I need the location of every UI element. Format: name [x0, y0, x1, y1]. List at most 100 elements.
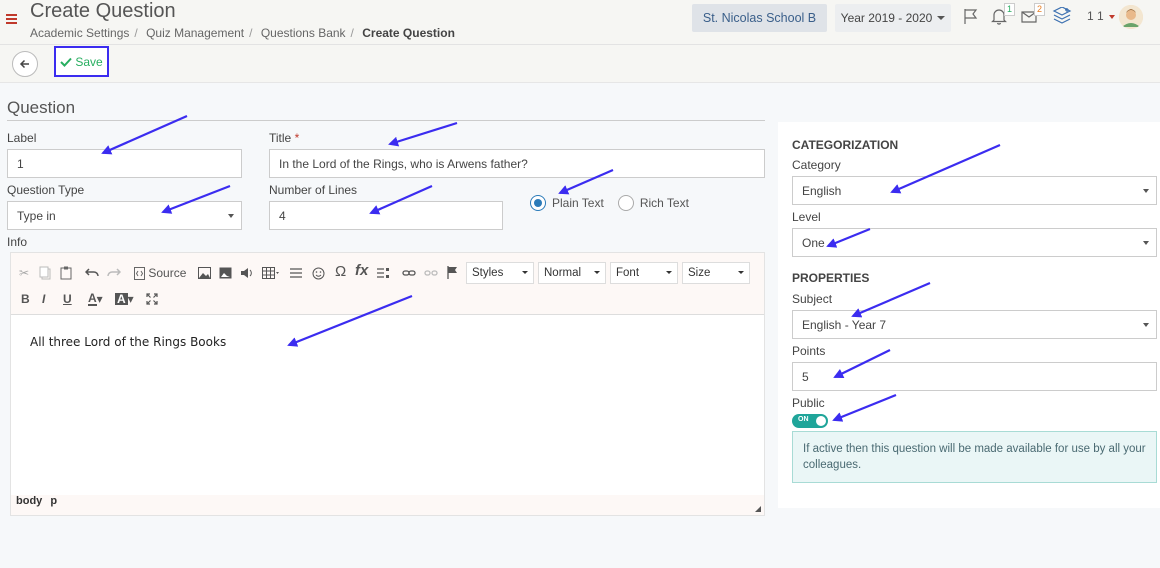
chevron-down-icon: [738, 271, 744, 274]
breadcrumb-questions-bank[interactable]: Questions Bank: [261, 26, 346, 40]
styles-dropdown[interactable]: Styles: [466, 262, 534, 284]
smiley-icon[interactable]: [312, 265, 325, 281]
chevron-down-icon: [1143, 189, 1149, 193]
level-select[interactable]: One: [792, 228, 1157, 257]
number-of-lines-input[interactable]: 4: [269, 201, 503, 230]
italic-icon[interactable]: I: [42, 291, 45, 307]
image-icon[interactable]: [198, 265, 211, 281]
category-value: English: [802, 183, 842, 198]
menu-icon[interactable]: [6, 14, 17, 24]
question-type-select[interactable]: Type in: [7, 201, 242, 230]
editor-content[interactable]: All three Lord of the Rings Books: [30, 335, 226, 349]
size-dropdown[interactable]: Size: [682, 262, 750, 284]
arrow-left-icon: [19, 59, 29, 69]
link-icon[interactable]: [402, 265, 416, 281]
bold-icon[interactable]: B: [21, 291, 30, 307]
copy-icon[interactable]: [39, 265, 51, 281]
info-label: Info: [7, 235, 28, 249]
breadcrumb-academic-settings[interactable]: Academic Settings: [30, 26, 129, 40]
formula-icon[interactable]: fx: [355, 262, 368, 279]
public-toggle[interactable]: ON: [792, 414, 828, 428]
title-input-value: In the Lord of the Rings, who is Arwens …: [279, 156, 528, 171]
radio-plain-text[interactable]: Plain Text: [530, 195, 604, 211]
school-selector-button[interactable]: St. Nicolas School B: [692, 4, 827, 32]
image-upload-icon[interactable]: [219, 265, 232, 281]
horizontal-line-icon[interactable]: [290, 265, 302, 281]
table-icon[interactable]: [262, 265, 280, 281]
messages-badge: 2: [1033, 3, 1045, 16]
editor-toolbar: ✂ Source Ω fx Styles Normal Font Size B …: [11, 253, 764, 315]
annotation-arrow-label: [101, 114, 188, 155]
chevron-down-icon: [666, 271, 672, 274]
user-number[interactable]: 1 1: [1087, 9, 1104, 23]
check-icon: [60, 57, 73, 67]
points-input[interactable]: 5: [792, 362, 1157, 391]
path-body[interactable]: body: [16, 495, 42, 507]
redo-icon[interactable]: [107, 265, 121, 281]
save-button-label: Save: [75, 54, 103, 69]
subject-label: Subject: [792, 292, 833, 306]
size-dropdown-label: Size: [688, 267, 711, 279]
chevron-down-icon: [594, 271, 600, 274]
radio-plain-text-label: Plain Text: [552, 196, 604, 210]
envelope-icon[interactable]: 2: [1020, 3, 1045, 27]
unlink-icon[interactable]: [424, 265, 438, 281]
question-type-value: Type in: [17, 208, 56, 223]
public-toggle-state: ON: [798, 416, 809, 423]
resize-handle-icon[interactable]: [755, 506, 761, 512]
undo-icon[interactable]: [85, 265, 99, 281]
top-header: Create Question Academic Settings / Quiz …: [0, 0, 1160, 45]
chevron-down-icon: [1143, 241, 1149, 245]
underline-icon[interactable]: U: [63, 291, 72, 307]
path-p[interactable]: p: [50, 495, 57, 507]
omega-icon[interactable]: Ω: [335, 263, 346, 280]
cut-icon[interactable]: ✂: [19, 265, 29, 281]
source-button-label: Source: [148, 266, 187, 280]
flag-icon[interactable]: [962, 7, 980, 27]
points-label: Points: [792, 344, 826, 358]
title-field-label: Title *: [269, 131, 299, 145]
chevron-down-icon: [228, 214, 234, 218]
format-dropdown[interactable]: Normal: [538, 262, 606, 284]
audio-icon[interactable]: [240, 265, 254, 281]
anchor-flag-icon[interactable]: [447, 264, 458, 280]
maximize-icon[interactable]: [146, 291, 158, 307]
chevron-down-icon: [1143, 323, 1149, 327]
info-editor: ✂ Source Ω fx Styles Normal Font Size B …: [10, 252, 765, 516]
text-color-icon[interactable]: A ▾: [88, 291, 103, 307]
background-color-icon[interactable]: A ▾: [115, 291, 134, 307]
title-label-text: Title: [269, 131, 292, 145]
subject-select[interactable]: English - Year 7: [792, 310, 1157, 339]
radio-checked-icon: [530, 195, 546, 211]
back-button[interactable]: [12, 51, 38, 77]
format-dropdown-label: Normal: [544, 267, 582, 279]
user-dropdown-icon[interactable]: [1109, 15, 1115, 19]
editor-path-bar: body p: [11, 495, 764, 515]
year-selector-dropdown[interactable]: Year 2019 - 2020: [835, 4, 951, 32]
annotation-arrow-title: [388, 121, 458, 147]
styles-dropdown-label: Styles: [472, 267, 504, 279]
category-label: Category: [792, 158, 841, 172]
chevron-down-icon: [522, 271, 528, 274]
label-input[interactable]: 1: [7, 149, 242, 178]
number-of-lines-label: Number of Lines: [269, 183, 358, 197]
section-divider: [7, 120, 765, 121]
list-options-icon[interactable]: [377, 265, 390, 281]
layers-icon[interactable]: [1052, 6, 1072, 27]
paste-icon[interactable]: [60, 265, 72, 281]
chevron-down-icon: [937, 16, 946, 20]
breadcrumb-quiz-management[interactable]: Quiz Management: [146, 26, 244, 40]
text-format-radio-group: Plain Text Rich Text: [530, 195, 689, 211]
source-button[interactable]: Source: [134, 265, 186, 281]
notifications-badge: 1: [1003, 3, 1015, 16]
bell-icon[interactable]: 1: [990, 3, 1015, 27]
radio-rich-text[interactable]: Rich Text: [617, 195, 689, 211]
avatar[interactable]: [1119, 5, 1143, 29]
action-toolbar: Save: [0, 45, 1160, 83]
category-select[interactable]: English: [792, 176, 1157, 205]
points-value: 5: [802, 369, 809, 384]
font-dropdown[interactable]: Font: [610, 262, 678, 284]
save-button[interactable]: Save: [54, 46, 109, 77]
title-input[interactable]: In the Lord of the Rings, who is Arwens …: [269, 149, 765, 178]
label-input-value: 1: [17, 156, 24, 171]
